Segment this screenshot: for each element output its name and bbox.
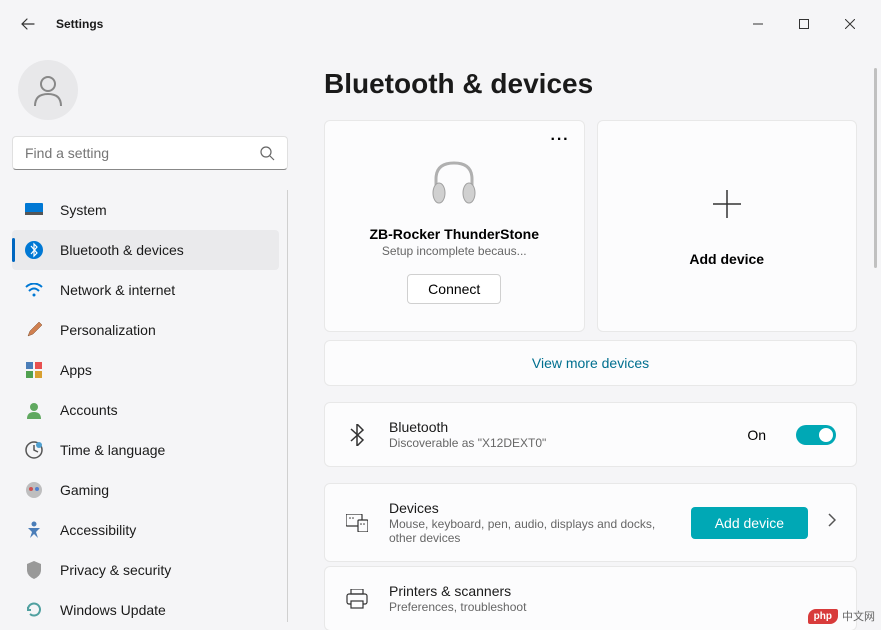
device-status: Setup incomplete becaus... bbox=[382, 244, 527, 258]
watermark-badge: php bbox=[808, 609, 838, 624]
devices-icon bbox=[345, 514, 369, 532]
sidebar-item-label: Apps bbox=[60, 362, 92, 378]
sidebar-item-label: Personalization bbox=[60, 322, 156, 338]
back-button[interactable] bbox=[8, 4, 48, 44]
update-icon bbox=[24, 600, 44, 620]
user-avatar[interactable] bbox=[18, 60, 78, 120]
minimize-icon bbox=[753, 19, 763, 29]
minimize-button[interactable] bbox=[735, 8, 781, 40]
sidebar-item-label: Gaming bbox=[60, 482, 109, 498]
connect-button[interactable]: Connect bbox=[407, 274, 501, 304]
scrollbar[interactable] bbox=[874, 68, 877, 268]
titlebar: Settings bbox=[0, 0, 881, 48]
sidebar-item-time[interactable]: Time & language bbox=[12, 430, 279, 470]
sidebar-item-label: Accessibility bbox=[60, 522, 136, 538]
sidebar-item-personalization[interactable]: Personalization bbox=[12, 310, 279, 350]
sidebar: System Bluetooth & devices Network & int… bbox=[0, 48, 300, 630]
sidebar-item-gaming[interactable]: Gaming bbox=[12, 470, 279, 510]
sidebar-item-update[interactable]: Windows Update bbox=[12, 590, 279, 622]
sidebar-item-label: Network & internet bbox=[60, 282, 175, 298]
shield-icon bbox=[24, 560, 44, 580]
add-device-card[interactable]: Add device bbox=[597, 120, 858, 332]
printers-row[interactable]: Printers & scanners Preferences, trouble… bbox=[324, 566, 857, 630]
headphones-icon bbox=[428, 157, 480, 214]
sidebar-item-label: Accounts bbox=[60, 402, 118, 418]
paired-device-card[interactable]: ··· ZB-Rocker ThunderStone Setup incompl… bbox=[324, 120, 585, 332]
sidebar-item-label: Privacy & security bbox=[60, 562, 171, 578]
brush-icon bbox=[24, 320, 44, 340]
sidebar-item-accessibility[interactable]: Accessibility bbox=[12, 510, 279, 550]
bluetooth-subtitle: Discoverable as "X12DEXT0" bbox=[389, 436, 727, 450]
search-icon bbox=[259, 145, 275, 161]
printers-subtitle: Preferences, troubleshoot bbox=[389, 600, 836, 614]
maximize-button[interactable] bbox=[781, 8, 827, 40]
window-title: Settings bbox=[56, 17, 103, 31]
page-title: Bluetooth & devices bbox=[324, 68, 857, 100]
sidebar-item-label: Bluetooth & devices bbox=[60, 242, 184, 258]
watermark: php 中文网 bbox=[808, 608, 875, 624]
device-more-button[interactable]: ··· bbox=[551, 131, 570, 149]
search-input[interactable] bbox=[25, 145, 259, 161]
person-icon bbox=[30, 72, 66, 108]
sidebar-item-label: Time & language bbox=[60, 442, 165, 458]
sidebar-item-bluetooth[interactable]: Bluetooth & devices bbox=[12, 230, 279, 270]
close-button[interactable] bbox=[827, 8, 873, 40]
add-device-button[interactable]: Add device bbox=[691, 507, 808, 539]
sidebar-item-apps[interactable]: Apps bbox=[12, 350, 279, 390]
toggle-state-label: On bbox=[747, 427, 766, 443]
close-icon bbox=[845, 19, 855, 29]
devices-row[interactable]: Devices Mouse, keyboard, pen, audio, dis… bbox=[324, 483, 857, 562]
printers-title: Printers & scanners bbox=[389, 583, 836, 599]
maximize-icon bbox=[799, 19, 809, 29]
apps-icon bbox=[24, 360, 44, 380]
gaming-icon bbox=[24, 480, 44, 500]
bluetooth-toggle[interactable] bbox=[796, 425, 836, 445]
bluetooth-title: Bluetooth bbox=[389, 419, 727, 435]
search-box[interactable] bbox=[12, 136, 288, 170]
device-name: ZB-Rocker ThunderStone bbox=[369, 226, 539, 242]
plus-icon bbox=[709, 186, 745, 227]
sidebar-item-network[interactable]: Network & internet bbox=[12, 270, 279, 310]
view-more-devices-link[interactable]: View more devices bbox=[324, 340, 857, 386]
clock-icon bbox=[24, 440, 44, 460]
add-device-label: Add device bbox=[689, 251, 764, 267]
bluetooth-toggle-row: Bluetooth Discoverable as "X12DEXT0" On bbox=[324, 402, 857, 467]
sidebar-item-system[interactable]: System bbox=[12, 190, 279, 230]
chevron-right-icon[interactable] bbox=[828, 513, 836, 532]
sidebar-item-accounts[interactable]: Accounts bbox=[12, 390, 279, 430]
printer-icon bbox=[345, 589, 369, 609]
accounts-icon bbox=[24, 400, 44, 420]
watermark-text: 中文网 bbox=[842, 608, 875, 624]
devices-subtitle: Mouse, keyboard, pen, audio, displays an… bbox=[389, 517, 671, 545]
main-content: Bluetooth & devices ··· ZB-Rocker Thunde… bbox=[300, 48, 881, 630]
nav-list: System Bluetooth & devices Network & int… bbox=[12, 190, 288, 622]
bluetooth-icon bbox=[24, 240, 44, 260]
accessibility-icon bbox=[24, 520, 44, 540]
sidebar-item-privacy[interactable]: Privacy & security bbox=[12, 550, 279, 590]
wifi-icon bbox=[24, 280, 44, 300]
window-controls bbox=[735, 8, 873, 40]
sidebar-item-label: System bbox=[60, 202, 107, 218]
system-icon bbox=[24, 200, 44, 220]
sidebar-item-label: Windows Update bbox=[60, 602, 166, 618]
devices-title: Devices bbox=[389, 500, 671, 516]
bluetooth-glyph-icon bbox=[345, 424, 369, 446]
back-arrow-icon bbox=[21, 17, 35, 31]
